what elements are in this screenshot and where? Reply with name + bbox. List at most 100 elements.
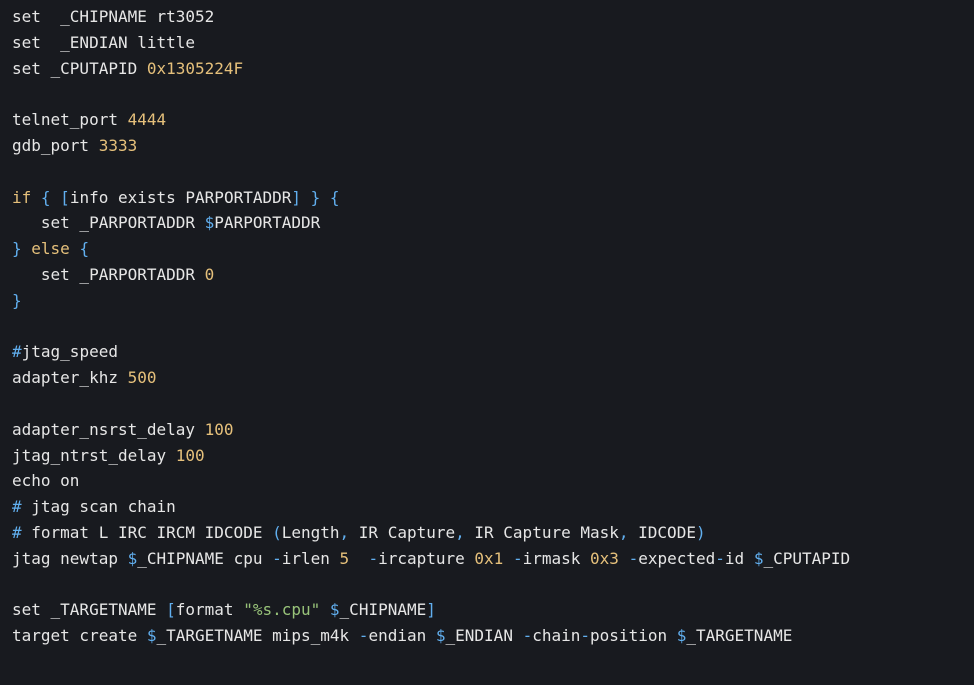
code-token: chain bbox=[532, 626, 581, 646]
code-token: - bbox=[368, 548, 379, 568]
code-token: _TARGETNAME mips_m4k bbox=[156, 626, 359, 646]
code-token: jtag newtap bbox=[12, 548, 128, 568]
code-token: format L IRC IRCM IDCODE bbox=[31, 522, 273, 542]
code-token: PARPORTADDR bbox=[214, 213, 321, 233]
code-token: set _PARPORTADDR bbox=[12, 213, 205, 233]
code-token: adapter_khz bbox=[12, 368, 128, 388]
code-token: } bbox=[12, 290, 22, 310]
code-token: 100 bbox=[204, 419, 234, 439]
code-token: position bbox=[590, 626, 677, 646]
code-token: 5 bbox=[339, 548, 350, 568]
code-editor[interactable]: set _CHIPNAME rt3052 set _ENDIAN little se… bbox=[0, 0, 974, 685]
code-token: set _CHIPNAME rt3052 bbox=[12, 7, 215, 26]
code-token: set _CPUTAPID bbox=[12, 58, 147, 78]
code-line: #jtag_speed bbox=[12, 339, 974, 365]
code-token: else bbox=[31, 239, 80, 259]
code-token: set _ENDIAN little bbox=[12, 32, 196, 52]
code-token: ( bbox=[272, 522, 282, 542]
code-line: set _ENDIAN little bbox=[12, 30, 974, 56]
code-line: set _PARPORTADDR $PARPORTADDR bbox=[12, 210, 974, 236]
code-token: "%s.cpu" bbox=[243, 600, 321, 620]
code-token: 0x1305224F bbox=[146, 58, 244, 78]
code-token: - bbox=[580, 626, 591, 646]
code-line: target create $_TARGETNAME mips_m4k -end… bbox=[12, 623, 974, 649]
code-token: $ bbox=[127, 548, 138, 568]
code-token: $ bbox=[329, 600, 340, 620]
code-token: $ bbox=[435, 626, 446, 646]
code-line: adapter_khz 500 bbox=[12, 365, 974, 391]
code-token: info exists PARPORTADDR bbox=[69, 187, 292, 207]
code-token: { bbox=[79, 239, 90, 259]
code-token: 4444 bbox=[127, 110, 167, 130]
code-line: jtag newtap $_CHIPNAME cpu -irlen 5 -irc… bbox=[12, 546, 974, 572]
code-token: Length bbox=[281, 522, 340, 542]
code-token: irlen bbox=[281, 548, 340, 568]
code-token: adapter_nsrst_delay bbox=[12, 419, 205, 439]
code-line: echo on bbox=[12, 468, 974, 494]
code-line: set _PARPORTADDR 0 bbox=[12, 262, 974, 288]
code-line: # jtag scan chain bbox=[12, 494, 974, 520]
code-token: jtag_ntrst_delay bbox=[12, 445, 176, 465]
code-token: set _TARGETNAME bbox=[12, 600, 167, 620]
code-token: - bbox=[358, 626, 369, 646]
code-token: - bbox=[628, 548, 639, 568]
code-token: ] } bbox=[291, 187, 321, 207]
code-token: , bbox=[339, 522, 359, 542]
code-token: 0x1 bbox=[474, 548, 504, 568]
code-token: } bbox=[12, 239, 32, 259]
code-line: if { [info exists PARPORTADDR] } { bbox=[12, 185, 974, 211]
code-token: jtag scan chain bbox=[31, 497, 176, 517]
code-token: gdb_port bbox=[12, 135, 99, 155]
code-token: telnet_port bbox=[12, 110, 128, 130]
code-token: _CPUTAPID bbox=[763, 548, 851, 568]
code-token: $ bbox=[676, 626, 687, 646]
code-token: - bbox=[522, 626, 533, 646]
code-line: set _CPUTAPID 0x1305224F bbox=[12, 56, 974, 82]
code-token: id bbox=[724, 548, 754, 568]
code-token: if bbox=[12, 187, 41, 207]
code-token: _TARGETNAME bbox=[686, 626, 793, 646]
code-token: , bbox=[455, 522, 475, 542]
code-token: 3333 bbox=[98, 135, 138, 155]
code-token: # bbox=[12, 497, 32, 517]
code-token: format bbox=[175, 600, 244, 620]
code-line: jtag_ntrst_delay 100 bbox=[12, 443, 974, 469]
code-token: { [ bbox=[40, 187, 70, 207]
code-token: 0 bbox=[204, 264, 215, 284]
code-token: IR Capture Mask bbox=[474, 522, 619, 542]
code-token: - bbox=[512, 548, 523, 568]
code-token: irmask bbox=[522, 548, 591, 568]
code-token: expected bbox=[638, 548, 716, 568]
code-token: $ bbox=[204, 213, 215, 233]
code-token: ) bbox=[695, 522, 706, 542]
code-token: endian bbox=[368, 626, 436, 646]
code-token: # bbox=[12, 522, 32, 542]
code-line: } bbox=[12, 288, 974, 314]
code-token: target create bbox=[12, 626, 147, 646]
code-line: telnet_port 4444 bbox=[12, 107, 974, 133]
code-token: 0x3 bbox=[590, 548, 619, 568]
code-token: ] bbox=[426, 600, 436, 620]
code-token: _ENDIAN bbox=[445, 626, 523, 646]
code-token: 500 bbox=[127, 368, 157, 388]
code-token: , bbox=[618, 522, 639, 542]
code-lines: set _CHIPNAME rt3052 set _ENDIAN little se… bbox=[12, 4, 974, 649]
code-line: # format L IRC IRCM IDCODE (Length, IR C… bbox=[12, 520, 974, 546]
code-token: IR Capture bbox=[358, 522, 456, 542]
code-line: gdb_port 3333 bbox=[12, 133, 974, 159]
code-token: [ bbox=[166, 600, 176, 620]
code-token: _CHIPNAME bbox=[339, 600, 427, 620]
code-token: IDCODE bbox=[638, 522, 696, 542]
code-token: - bbox=[715, 548, 725, 568]
code-token: ircapture bbox=[378, 548, 475, 568]
code-token: jtag_speed bbox=[21, 342, 118, 362]
code-token: { bbox=[320, 187, 340, 207]
